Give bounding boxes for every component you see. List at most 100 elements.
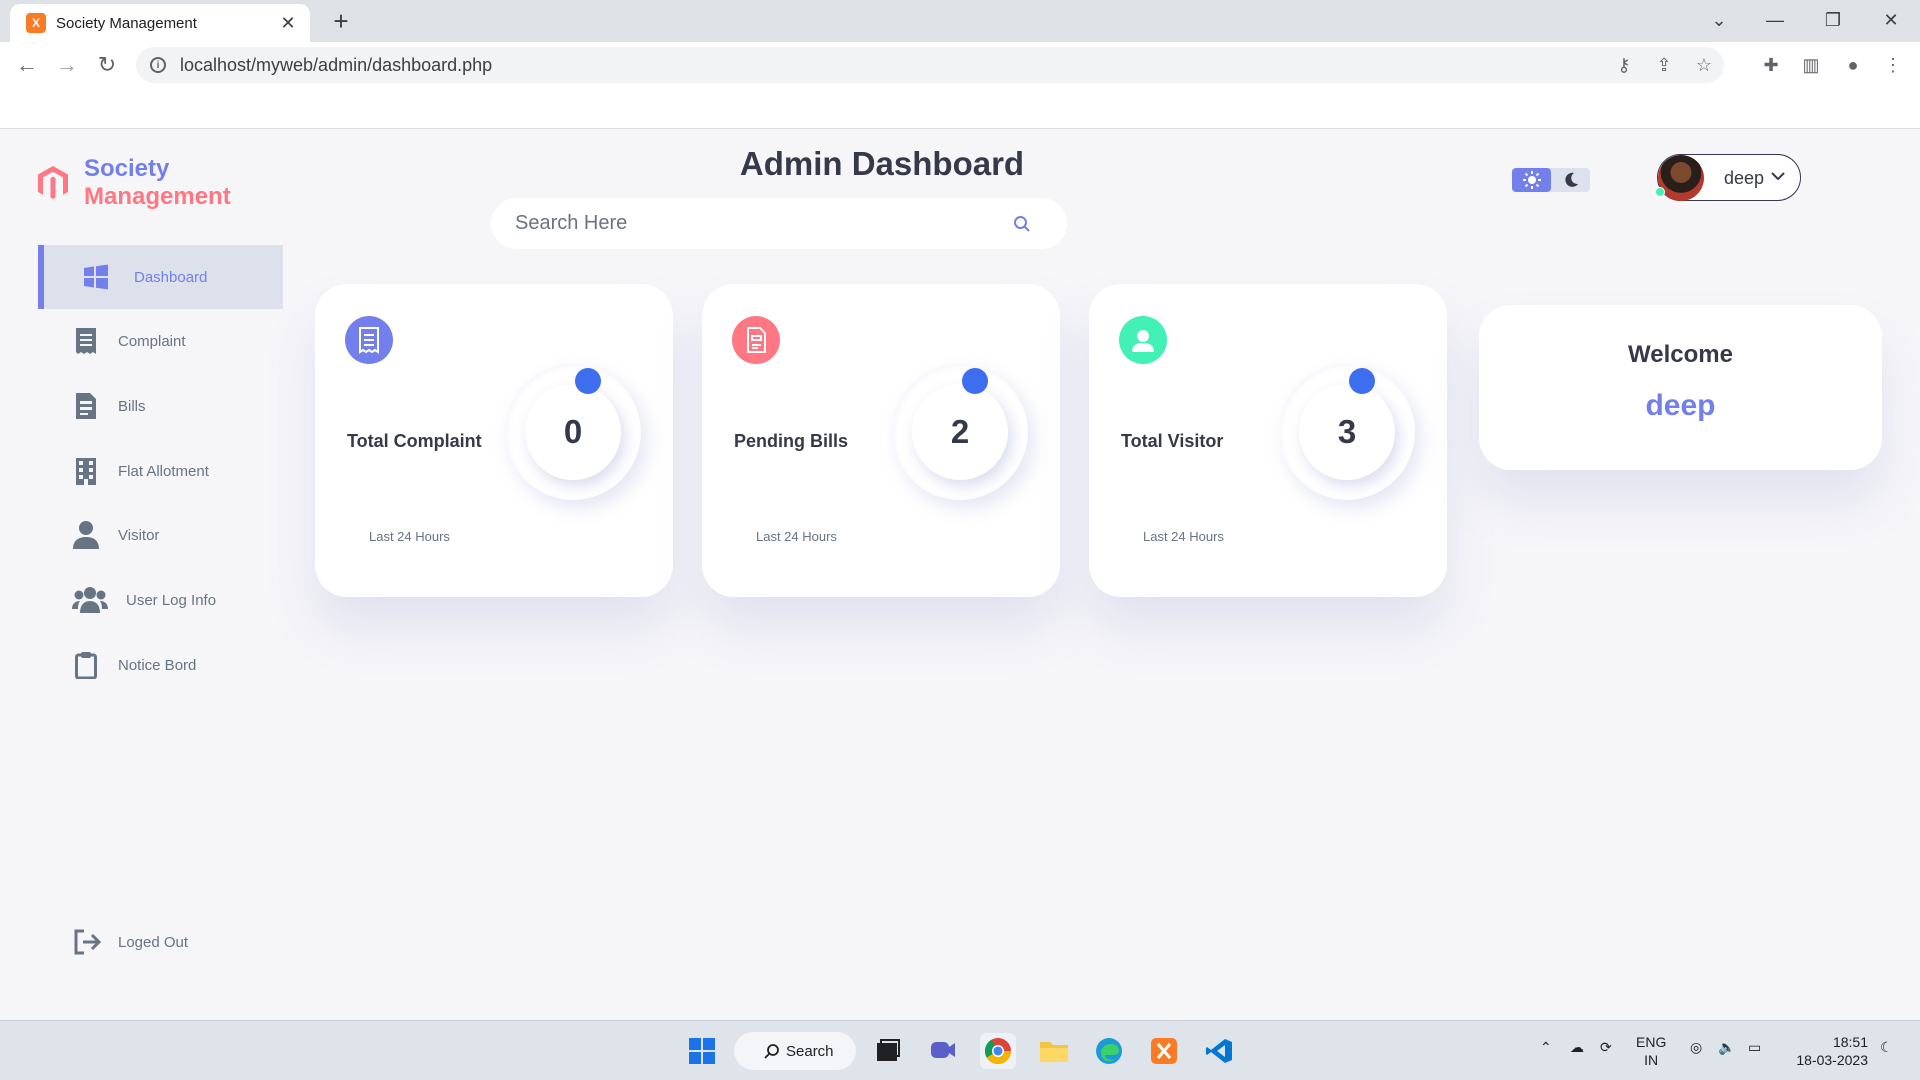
minimize-button[interactable]: —: [1752, 4, 1798, 36]
tab-title: Society Management: [56, 14, 197, 32]
restore-button[interactable]: ❐: [1810, 4, 1856, 36]
tray-onedrive-icon[interactable]: ☁: [1570, 1039, 1584, 1056]
tab-close-icon[interactable]: ✕: [278, 13, 298, 34]
star-icon[interactable]: ☆: [1684, 55, 1724, 76]
task-view-icon[interactable]: [870, 1033, 906, 1069]
logout-button[interactable]: Loged Out: [72, 926, 188, 958]
sidebar-item-notice-bord[interactable]: Notice Bord: [38, 633, 283, 697]
avatar[interactable]: [1655, 155, 1704, 201]
card-value: 3: [1337, 413, 1357, 450]
browser-tab[interactable]: X Society Management ✕: [10, 4, 310, 42]
menu-kebab-icon[interactable]: ⋮: [1876, 50, 1910, 80]
progress-ring: 2: [892, 364, 1028, 500]
sidebar-item-label: Flat Allotment: [118, 462, 209, 480]
ring-indicator-dot: [575, 368, 601, 394]
sidebar-item-complaint[interactable]: Complaint: [38, 309, 283, 373]
vscode-icon[interactable]: [1201, 1033, 1237, 1069]
sun-icon[interactable]: [1512, 168, 1551, 192]
sidebar-item-visitor[interactable]: Visitor: [38, 503, 283, 567]
theme-toggle[interactable]: [1512, 168, 1590, 192]
reload-icon[interactable]: ↻: [90, 48, 124, 82]
taskbar-search[interactable]: Search: [734, 1032, 856, 1070]
progress-ring: 0: [505, 364, 641, 500]
url-text[interactable]: localhost/myweb/admin/dashboard.php: [180, 55, 1604, 76]
address-bar[interactable]: i localhost/myweb/admin/dashboard.php ⚷ …: [136, 47, 1724, 83]
windows-taskbar: Search ⌃ ☁ ⟳ ENG IN ◎ 🔈 ▭ 18:51 18-03-20…: [0, 1020, 1920, 1080]
card-label: Total Visitor: [1121, 431, 1224, 451]
search-bar[interactable]: [491, 198, 1067, 249]
forward-arrow-icon[interactable]: →: [50, 48, 84, 82]
sidebar-item-label: Dashboard: [134, 268, 208, 286]
edge-icon[interactable]: [1091, 1033, 1127, 1069]
ring-indicator-dot: [962, 368, 988, 394]
profile-name: deep: [1724, 168, 1765, 188]
sidebar-item-label: Complaint: [118, 332, 186, 350]
taskbar-search-label: Search: [786, 1042, 834, 1060]
clock-date: 18-03-2023: [1796, 1052, 1868, 1068]
chevron-down-icon[interactable]: [1769, 167, 1787, 185]
language-indicator[interactable]: ENG IN: [1636, 1033, 1666, 1069]
logout-icon: [72, 926, 104, 958]
close-window-button[interactable]: ✕: [1868, 4, 1914, 36]
browser-tabstrip: X Society Management ✕ + ⌄ — ❐ ✕: [0, 0, 1920, 42]
sidebar-item-label: Bills: [118, 397, 146, 415]
card-total-visitor: Total Visitor 3 Last 24 Hours: [1089, 284, 1447, 597]
card-label: Pending Bills: [734, 431, 849, 451]
sidebar-item-label: Visitor: [118, 526, 160, 544]
start-windows-icon[interactable]: [684, 1033, 720, 1069]
share-icon[interactable]: ⇪: [1644, 55, 1684, 76]
battery-icon[interactable]: ▭: [1748, 1039, 1761, 1056]
chrome-icon[interactable]: [980, 1033, 1016, 1069]
app-viewport: Society Management Dashboard Complaint B…: [0, 129, 1920, 1020]
page-title: Admin Dashboard: [739, 145, 1025, 182]
sidebar-item-bills[interactable]: Bills: [38, 374, 283, 438]
sidebar-item-user-log-info[interactable]: User Log Info: [38, 568, 283, 632]
teams-chat-icon[interactable]: [925, 1033, 961, 1069]
file-explorer-icon[interactable]: [1036, 1033, 1072, 1069]
welcome-title: Welcome: [1628, 341, 1733, 368]
site-info-icon[interactable]: i: [150, 57, 166, 73]
language-code: ENG: [1636, 1034, 1667, 1050]
new-tab-button[interactable]: +: [326, 6, 356, 36]
progress-ring: 3: [1279, 364, 1415, 500]
windows-grid-icon: [80, 261, 112, 293]
search-icon: [764, 1044, 779, 1059]
welcome-card: Welcome deep: [1479, 305, 1882, 470]
tab-search-chevron-icon[interactable]: ⌄: [1696, 4, 1742, 36]
search-input[interactable]: [515, 212, 1013, 235]
search-icon[interactable]: [1013, 215, 1031, 233]
card-subtext: Last 24 Hours: [756, 529, 837, 544]
welcome-name: deep: [1645, 389, 1716, 422]
extensions-puzzle-icon[interactable]: ✚: [1754, 50, 1788, 80]
card-value: 0: [563, 413, 583, 450]
moon-icon[interactable]: [1551, 168, 1590, 192]
users-icon: [70, 584, 110, 616]
clock-time: 18:51: [1832, 1034, 1868, 1050]
volume-icon[interactable]: 🔈: [1718, 1039, 1735, 1056]
ring-indicator-dot: [1349, 368, 1375, 394]
side-panel-icon[interactable]: ▥: [1794, 50, 1828, 80]
network-globe-icon[interactable]: ◎: [1690, 1039, 1702, 1056]
profile-icon[interactable]: ●: [1836, 50, 1870, 80]
region-code: IN: [1644, 1052, 1659, 1068]
sidebar-item-dashboard[interactable]: Dashboard: [38, 245, 283, 309]
card-pending-bills: Pending Bills 2 Last 24 Hours: [702, 284, 1060, 597]
sidebar-item-flat-allotment[interactable]: Flat Allotment: [38, 439, 283, 503]
card-total-complaint: Total Complaint 0 Last 24 Hours: [315, 284, 673, 597]
tray-sync-icon[interactable]: ⟳: [1600, 1039, 1612, 1056]
bill-icon: [70, 390, 102, 422]
do-not-disturb-moon-icon[interactable]: ☾: [1880, 1039, 1893, 1056]
xampp-favicon-icon: X: [26, 13, 46, 33]
xampp-icon[interactable]: [1146, 1033, 1182, 1069]
tray-overflow-chevron-icon[interactable]: ⌃: [1540, 1039, 1552, 1056]
online-status-dot: [1655, 187, 1665, 197]
card-subtext: Last 24 Hours: [369, 529, 450, 544]
logout-label: Loged Out: [118, 933, 189, 951]
clock[interactable]: 18:51 18-03-2023: [1788, 1033, 1868, 1069]
sidebar-item-label: User Log Info: [126, 591, 217, 609]
key-icon[interactable]: ⚷: [1604, 55, 1644, 76]
receipt-icon: [345, 316, 393, 364]
profile-dropdown[interactable]: deep: [1655, 154, 1801, 201]
bookmark-bar: [0, 87, 1920, 129]
back-arrow-icon[interactable]: ←: [10, 48, 44, 82]
